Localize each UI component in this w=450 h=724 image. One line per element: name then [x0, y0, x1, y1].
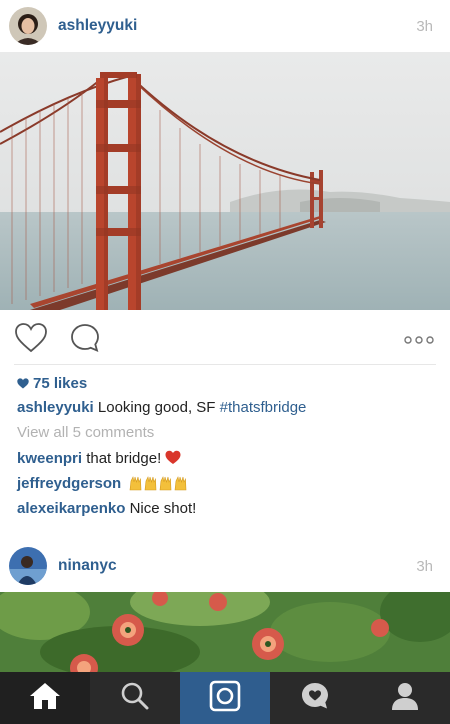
view-all-comments-link[interactable]: View all 5 comments	[17, 423, 154, 443]
person-icon	[391, 681, 419, 716]
speech-bubble-icon[interactable]	[69, 322, 101, 359]
tab-activity[interactable]	[270, 672, 360, 724]
post-username[interactable]: ninanyc	[58, 557, 416, 575]
tab-camera[interactable]	[180, 672, 270, 724]
likes-text: 75 likes	[33, 375, 88, 392]
likes-count[interactable]: 75 likes	[17, 374, 87, 395]
avatar[interactable]	[9, 547, 47, 585]
comment-item: jeffreydgerson	[17, 474, 188, 497]
comment-item: alexeikarpenko Nice shot!	[17, 499, 196, 519]
comment-username[interactable]: alexeikarpenko	[17, 500, 125, 517]
post-username[interactable]: ashleyyuki	[58, 17, 416, 35]
post-timestamp: 3h	[416, 557, 433, 575]
raised-hands-emoji-icon	[128, 474, 188, 497]
comment-item: kweenpri that bridge!	[17, 449, 181, 471]
comment-username[interactable]: kweenpri	[17, 450, 82, 467]
tab-explore[interactable]	[90, 672, 180, 724]
comment-username[interactable]: jeffreydgerson	[17, 475, 121, 492]
post-photo[interactable]	[0, 52, 450, 310]
tab-home[interactable]	[0, 672, 90, 724]
heart-bubble-icon	[299, 680, 331, 717]
tab-profile[interactable]	[360, 672, 450, 724]
heart-filled-icon	[17, 375, 29, 395]
post-header: ashleyyuki 3h	[0, 0, 450, 52]
camera-icon	[209, 680, 241, 717]
caption-username[interactable]: ashleyyuki	[17, 399, 94, 416]
bottom-tab-bar	[0, 672, 450, 724]
comment-text: that bridge!	[86, 450, 162, 467]
search-icon	[120, 681, 150, 716]
post-header: ninanyc 3h	[0, 540, 450, 592]
home-icon	[28, 681, 62, 716]
caption-text: Looking good, SF	[97, 399, 216, 416]
post-timestamp: 3h	[416, 17, 433, 35]
caption: ashleyyuki Looking good, SF #thatsfbridg…	[17, 398, 306, 418]
post-actions	[0, 316, 450, 362]
heart-emoji-icon	[165, 450, 181, 471]
caption-hashtag[interactable]: #thatsfbridge	[220, 399, 307, 416]
avatar[interactable]	[9, 7, 47, 45]
comment-text: Nice shot!	[129, 500, 197, 517]
divider	[14, 364, 436, 365]
heart-outline-icon[interactable]	[14, 322, 48, 359]
three-dots-icon[interactable]	[404, 332, 434, 350]
post-photo[interactable]	[0, 592, 450, 672]
